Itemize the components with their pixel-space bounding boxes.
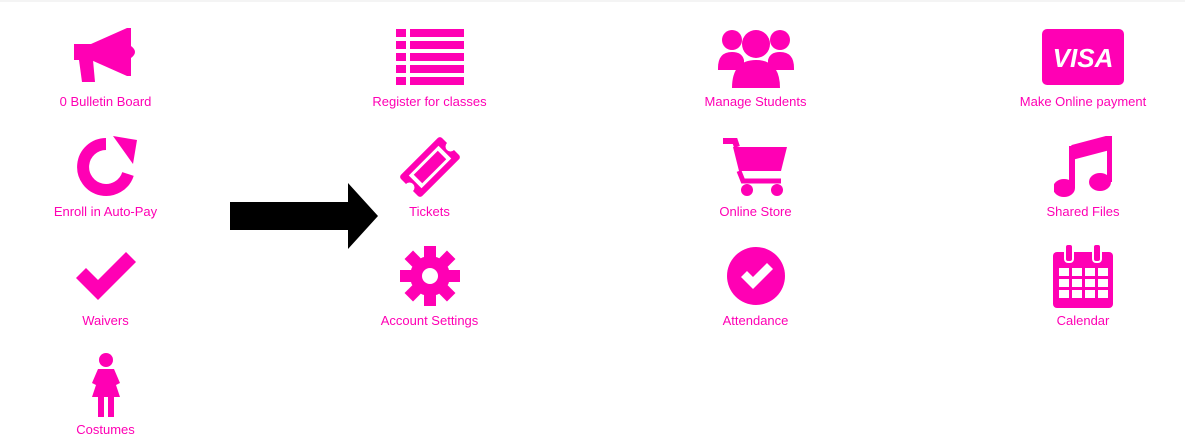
tile-label: 0 Bulletin Board — [59, 94, 152, 109]
tile-label: Shared Files — [1046, 204, 1120, 219]
top-divider — [0, 0, 1185, 2]
check-circle-icon — [726, 241, 785, 311]
tile-waivers[interactable]: Waivers — [28, 241, 183, 329]
gear-icon — [399, 241, 460, 311]
tile-register-for-classes[interactable]: Register for classes — [352, 22, 507, 110]
visa-card-text: VISA — [1053, 43, 1114, 73]
users-icon — [717, 22, 794, 92]
megaphone-icon — [71, 22, 141, 92]
tile-bulletin-board[interactable]: 0 Bulletin Board — [28, 22, 183, 110]
shopping-cart-icon — [722, 132, 789, 202]
refresh-icon — [75, 132, 137, 202]
tile-label: Tickets — [409, 204, 450, 219]
tile-calendar[interactable]: Calendar — [1003, 241, 1163, 329]
tile-label: Account Settings — [380, 313, 479, 328]
visa-card-icon: VISA — [1042, 22, 1124, 92]
calendar-icon — [1053, 241, 1113, 311]
tile-shared-files[interactable]: Shared Files — [1003, 132, 1163, 220]
tile-costumes[interactable]: Costumes — [28, 350, 183, 438]
tile-make-online-payment[interactable]: VISA Make Online payment — [1003, 22, 1163, 110]
tile-label: Online Store — [719, 204, 792, 219]
check-icon — [75, 241, 136, 311]
tile-label: Register for classes — [372, 94, 487, 109]
list-icon — [395, 22, 464, 92]
tile-label: Waivers — [82, 313, 129, 328]
female-figure-icon — [84, 350, 128, 420]
tile-label: Enroll in Auto-Pay — [53, 204, 158, 219]
ticket-icon — [397, 132, 463, 202]
tile-label: Attendance — [722, 313, 789, 328]
music-note-icon — [1054, 132, 1112, 202]
tile-label: Manage Students — [704, 94, 807, 109]
tile-account-settings[interactable]: Account Settings — [352, 241, 507, 329]
tile-enroll-in-auto-pay[interactable]: Enroll in Auto-Pay — [28, 132, 183, 220]
tile-label: Make Online payment — [1019, 94, 1147, 109]
tile-online-store[interactable]: Online Store — [678, 132, 833, 220]
tile-manage-students[interactable]: Manage Students — [678, 22, 833, 110]
tile-label: Calendar — [1056, 313, 1110, 328]
right-arrow-icon — [230, 183, 378, 254]
tile-attendance[interactable]: Attendance — [678, 241, 833, 329]
tile-label: Costumes — [76, 422, 135, 437]
